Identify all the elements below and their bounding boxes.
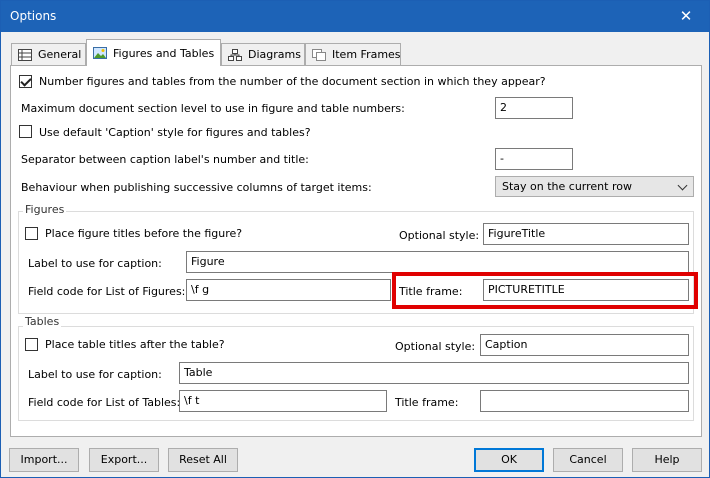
table-titles-after-checkbox[interactable] bbox=[25, 338, 38, 351]
tab-general-label: General bbox=[38, 48, 82, 61]
figure-field-code-label: Field code for List of Figures: bbox=[28, 285, 186, 298]
number-by-section-checkbox[interactable] bbox=[19, 75, 32, 88]
figure-caption-label-label: Label to use for caption: bbox=[28, 257, 162, 270]
close-icon[interactable]: ✕ bbox=[663, 1, 709, 32]
tab-diagrams-label: Diagrams bbox=[248, 48, 301, 61]
figure-optional-style-label: Optional style: bbox=[399, 229, 480, 242]
table-caption-label-label: Label to use for caption: bbox=[28, 368, 162, 381]
tab-figures-and-tables-label: Figures and Tables bbox=[113, 46, 215, 60]
window-title: Options bbox=[10, 9, 57, 23]
ok-button[interactable]: OK bbox=[474, 448, 544, 472]
help-button[interactable]: Help bbox=[632, 448, 702, 472]
diagram-icon bbox=[228, 48, 242, 61]
figures-and-tables-panel: Number figures and tables from the numbe… bbox=[10, 65, 702, 437]
figure-titles-before-checkbox[interactable] bbox=[25, 227, 38, 240]
import-button[interactable]: Import... bbox=[9, 448, 79, 472]
table-title-frame-label: Title frame: bbox=[395, 396, 459, 409]
tables-group-title: Tables bbox=[23, 315, 62, 328]
table-titles-after-label: Place table titles after the table? bbox=[45, 338, 225, 351]
export-button[interactable]: Export... bbox=[89, 448, 159, 472]
tab-figures-and-tables[interactable]: Figures and Tables bbox=[86, 39, 221, 66]
table-field-code-input[interactable]: \f t bbox=[179, 390, 387, 412]
behaviour-label: Behaviour when publishing successive col… bbox=[21, 181, 372, 194]
tab-general[interactable]: General bbox=[11, 43, 86, 65]
image-icon bbox=[93, 47, 107, 59]
separator-input[interactable]: - bbox=[495, 148, 573, 170]
options-dialog: Options ✕ General Figures and Tables Dia… bbox=[0, 0, 710, 478]
figure-field-code-input[interactable]: \f g bbox=[186, 279, 391, 301]
table-optional-style-label: Optional style: bbox=[395, 340, 476, 353]
behaviour-select-value: Stay on the current row bbox=[502, 180, 632, 193]
table-optional-style-input[interactable]: Caption bbox=[480, 334, 689, 356]
max-section-level-input[interactable]: 2 bbox=[495, 97, 573, 119]
figure-caption-label-input[interactable]: Figure bbox=[186, 251, 689, 273]
behaviour-select[interactable]: Stay on the current row bbox=[495, 176, 694, 197]
frames-icon bbox=[312, 48, 326, 61]
figures-group-title: Figures bbox=[23, 203, 67, 216]
figure-optional-style-input[interactable]: FigureTitle bbox=[483, 223, 689, 245]
tab-diagrams[interactable]: Diagrams bbox=[221, 43, 305, 65]
default-caption-label: Use default 'Caption' style for figures … bbox=[39, 126, 311, 139]
grid-icon bbox=[18, 48, 32, 61]
default-caption-checkbox[interactable] bbox=[19, 125, 32, 138]
cancel-button[interactable]: Cancel bbox=[553, 448, 623, 472]
table-caption-label-input[interactable]: Table bbox=[179, 362, 689, 384]
table-title-frame-input[interactable] bbox=[480, 390, 689, 412]
title-frame-highlight-box bbox=[392, 272, 698, 309]
number-by-section-label: Number figures and tables from the numbe… bbox=[39, 75, 546, 88]
figure-titles-before-label: Place figure titles before the figure? bbox=[45, 227, 243, 240]
chevron-down-icon bbox=[677, 180, 688, 191]
tab-item-frames[interactable]: Item Frames bbox=[305, 43, 401, 65]
table-field-code-label: Field code for List of Tables: bbox=[28, 396, 181, 409]
separator-label: Separator between caption label's number… bbox=[21, 153, 309, 166]
title-bar: Options ✕ bbox=[1, 1, 709, 32]
tab-item-frames-label: Item Frames bbox=[332, 48, 401, 61]
reset-all-button[interactable]: Reset All bbox=[168, 448, 238, 472]
max-section-level-label: Maximum document section level to use in… bbox=[21, 102, 405, 115]
